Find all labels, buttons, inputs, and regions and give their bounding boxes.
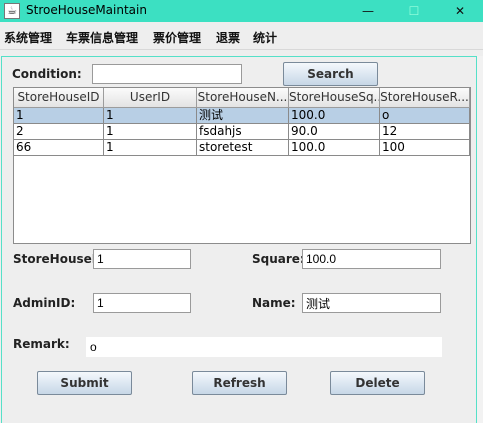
table-cell: fsdahjs xyxy=(197,124,289,140)
main-panel: Condition: Search StoreHouseID UserID St… xyxy=(1,56,477,423)
square-label: Square: xyxy=(252,252,305,266)
menu-system-management[interactable]: 系统管理 xyxy=(4,29,52,46)
admin-id-label: AdminID: xyxy=(13,296,76,310)
menu-refund[interactable]: 退票 xyxy=(216,29,240,46)
maximize-button[interactable]: ☐ xyxy=(391,0,437,22)
window-title: StroeHouseMaintain xyxy=(26,3,147,17)
table-cell: 1 xyxy=(104,108,197,124)
condition-label: Condition: xyxy=(12,67,82,81)
table-cell: o xyxy=(380,108,470,124)
table-cell: 12 xyxy=(380,124,470,140)
col-header-storehouse-remark[interactable]: StoreHouseR... xyxy=(380,88,470,108)
table-cell: 90.0 xyxy=(289,124,380,140)
close-button[interactable]: ✕ xyxy=(437,0,483,22)
col-header-storehouse-name[interactable]: StoreHouseN... xyxy=(197,88,289,108)
table-row[interactable]: 66 1 storetest 100.0 100 xyxy=(14,140,470,156)
table-cell: 1 xyxy=(14,108,104,124)
table-cell: 测试 xyxy=(197,108,289,124)
square-field[interactable] xyxy=(302,249,441,269)
title-bar[interactable]: ☕ StroeHouseMaintain — ☐ ✕ xyxy=(0,0,483,22)
window-edge xyxy=(477,56,483,423)
table-cell: 100.0 xyxy=(289,108,380,124)
col-header-storehouse-id[interactable]: StoreHouseID xyxy=(14,88,104,108)
col-header-storehouse-square[interactable]: StoreHouseSq... xyxy=(289,88,380,108)
menu-fare-management[interactable]: 票价管理 xyxy=(153,29,201,46)
admin-id-field[interactable] xyxy=(93,293,191,313)
table-cell: 66 xyxy=(14,140,104,156)
menu-ticket-info-management[interactable]: 车票信息管理 xyxy=(66,29,138,46)
search-button[interactable]: Search xyxy=(283,62,378,86)
table-cell: storetest xyxy=(197,140,289,156)
remark-field[interactable] xyxy=(86,337,442,357)
refresh-button[interactable]: Refresh xyxy=(192,371,287,395)
menu-bar: 系统管理 车票信息管理 票价管理 退票 统计 xyxy=(0,22,483,50)
table-cell: 100.0 xyxy=(289,140,380,156)
menu-statistics[interactable]: 统计 xyxy=(253,29,277,46)
table-row[interactable]: 1 1 测试 100.0 o xyxy=(14,108,470,124)
minimize-button[interactable]: — xyxy=(345,0,391,22)
delete-button[interactable]: Delete xyxy=(330,371,425,395)
table-cell: 100 xyxy=(380,140,470,156)
storehouse-table[interactable]: StoreHouseID UserID StoreHouseN... Store… xyxy=(13,87,471,244)
name-field[interactable] xyxy=(302,293,441,313)
condition-input[interactable] xyxy=(92,64,242,84)
java-coffee-icon: ☕ xyxy=(4,3,20,19)
col-header-user-id[interactable]: UserID xyxy=(104,88,197,108)
name-label: Name: xyxy=(252,296,296,310)
table-cell: 2 xyxy=(14,124,104,140)
table-row[interactable]: 2 1 fsdahjs 90.0 12 xyxy=(14,124,470,140)
remark-label: Remark: xyxy=(13,337,70,351)
submit-button[interactable]: Submit xyxy=(37,371,132,395)
table-cell: 1 xyxy=(104,140,197,156)
app-window: ☕ StroeHouseMaintain — ☐ ✕ 系统管理 车票信息管理 票… xyxy=(0,0,483,423)
table-cell: 1 xyxy=(104,124,197,140)
storehouse-id-field[interactable] xyxy=(93,249,191,269)
